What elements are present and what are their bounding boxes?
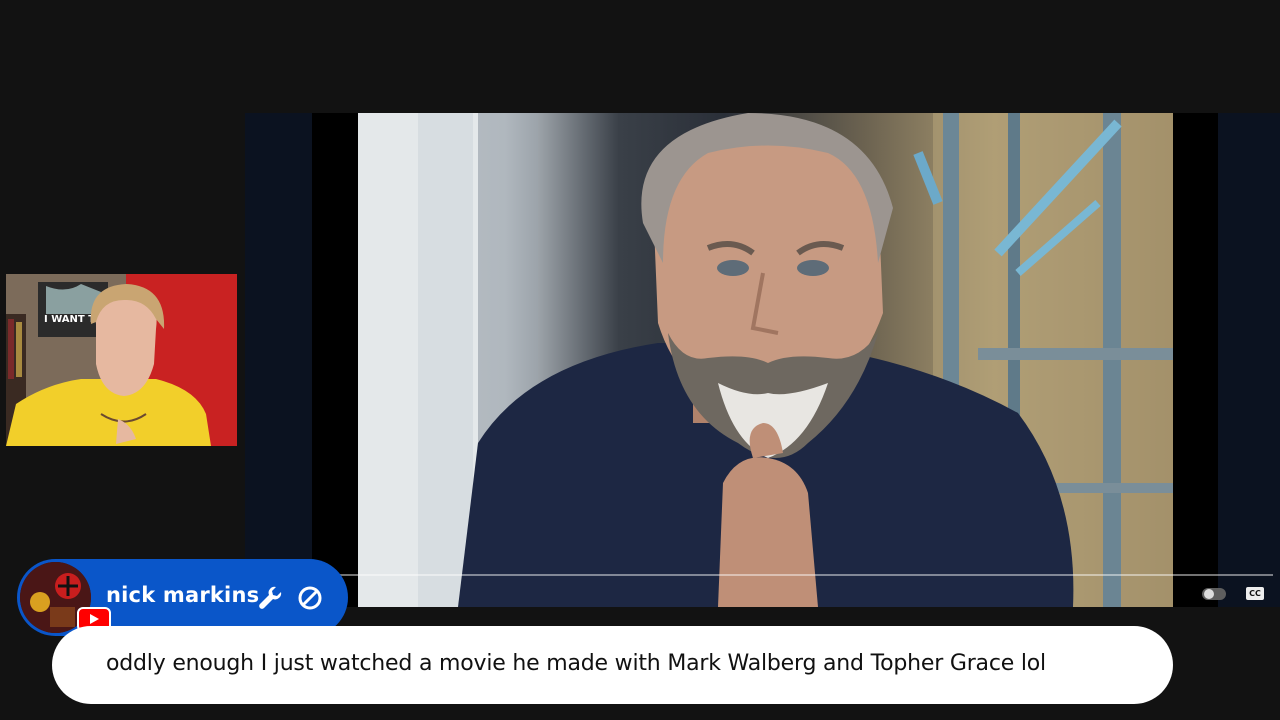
streamer-webcam-feed: I WANT TO BELIEVE xyxy=(6,274,237,446)
video-content[interactable] xyxy=(358,113,1173,607)
wrench-icon xyxy=(259,586,282,609)
man-portrait xyxy=(458,113,1074,607)
ban-icon xyxy=(298,586,322,610)
chat-message-bubble: oddly enough I just watched a movie he m… xyxy=(52,626,1173,704)
chat-message-text: oddly enough I just watched a movie he m… xyxy=(106,651,1046,676)
captions-button[interactable]: CC xyxy=(1246,587,1264,600)
webcam-overlay: I WANT TO BELIEVE xyxy=(6,274,237,446)
chat-author-name: nick markins xyxy=(106,583,260,607)
pause-toggle-icon[interactable] xyxy=(1202,588,1226,600)
chat-author-header: nick markins xyxy=(17,559,348,636)
video-progress-bar[interactable] xyxy=(337,574,1273,576)
